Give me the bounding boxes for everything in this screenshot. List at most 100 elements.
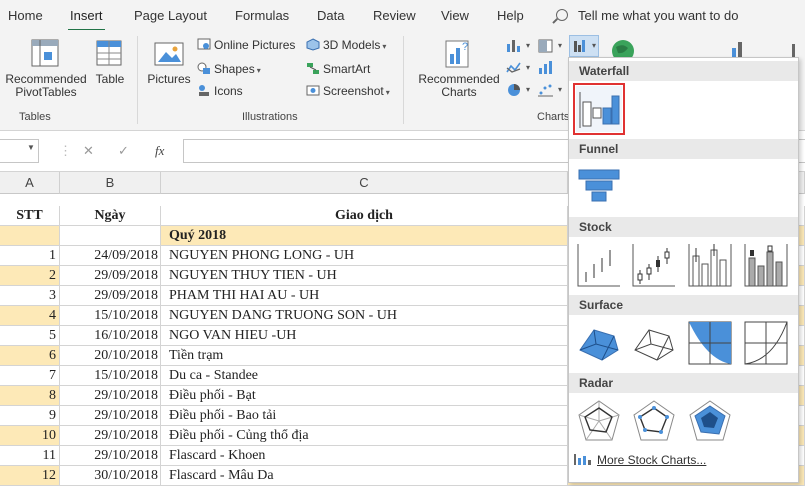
tab-view[interactable]: View bbox=[441, 8, 469, 23]
header-giao-dich[interactable]: Giao dịch bbox=[161, 206, 568, 226]
chevron-down-icon[interactable]: ▾ bbox=[526, 85, 530, 94]
pictures-label: Pictures bbox=[147, 72, 191, 86]
contour-wireframe-option[interactable] bbox=[743, 320, 789, 366]
statistic-chart-button[interactable]: ▾ bbox=[569, 35, 599, 57]
stt-cell[interactable]: 7 bbox=[0, 366, 60, 386]
stt-cell[interactable]: 8 bbox=[0, 386, 60, 406]
shapes-button[interactable]: Shapes ▾ bbox=[197, 62, 261, 76]
description-cell[interactable]: Flascard - Khoen bbox=[161, 446, 568, 466]
column-header-b[interactable]: B bbox=[60, 172, 161, 194]
stock-ohlc-option[interactable] bbox=[631, 242, 677, 288]
surface-wireframe-option[interactable] bbox=[631, 320, 677, 366]
radar-markers-option[interactable] bbox=[631, 398, 677, 444]
description-cell[interactable]: Điều phối - Củng thổ địa bbox=[161, 426, 568, 446]
description-cell[interactable]: Điều phối - Bao tải bbox=[161, 406, 568, 426]
tab-data[interactable]: Data bbox=[317, 8, 344, 23]
date-cell[interactable]: 29/10/2018 bbox=[60, 386, 161, 406]
stt-cell[interactable]: 6 bbox=[0, 346, 60, 366]
3d-models-label: 3D Models bbox=[323, 38, 381, 52]
stt-cell[interactable]: 11 bbox=[0, 446, 60, 466]
column-header-a[interactable]: A bbox=[0, 172, 60, 194]
quarter-label[interactable]: Quý 2018 bbox=[161, 226, 568, 246]
chevron-down-icon[interactable]: ▾ bbox=[526, 63, 530, 72]
shapes-label: Shapes bbox=[214, 62, 255, 76]
date-cell[interactable]: 24/09/2018 bbox=[60, 246, 161, 266]
stt-cell[interactable]: 10 bbox=[0, 426, 60, 446]
date-cell[interactable]: 15/10/2018 bbox=[60, 366, 161, 386]
chevron-down-icon[interactable]: ▼ bbox=[27, 143, 35, 152]
hierarchy-chart-icon[interactable] bbox=[537, 38, 555, 54]
tell-me-search[interactable]: Tell me what you want to do bbox=[578, 8, 738, 23]
date-cell[interactable]: 29/10/2018 bbox=[60, 406, 161, 426]
date-cell[interactable]: 29/09/2018 bbox=[60, 286, 161, 306]
date-cell[interactable]: 16/10/2018 bbox=[60, 326, 161, 346]
stt-cell[interactable]: 4 bbox=[0, 306, 60, 326]
date-cell[interactable]: 20/10/2018 bbox=[60, 346, 161, 366]
more-stock-charts-link[interactable]: More Stock Charts... bbox=[573, 452, 706, 467]
icons-label: Icons bbox=[214, 84, 243, 98]
surface-3d-option[interactable] bbox=[576, 320, 622, 366]
description-cell[interactable]: PHAM THI HAI AU - UH bbox=[161, 286, 568, 306]
date-cell[interactable]: 29/10/2018 bbox=[60, 426, 161, 446]
cancel-icon[interactable]: ✕ bbox=[83, 143, 94, 159]
description-cell[interactable]: NGO VAN HIEU -UH bbox=[161, 326, 568, 346]
icons-icon bbox=[199, 85, 209, 96]
insert-function-button[interactable]: fx bbox=[155, 143, 164, 159]
radar-option[interactable] bbox=[576, 398, 622, 444]
description-cell[interactable]: Flascard - Mâu Da bbox=[161, 466, 568, 486]
column-header-c[interactable]: C bbox=[161, 172, 568, 194]
icons-button[interactable]: Icons bbox=[197, 84, 243, 98]
header-stt[interactable]: STT bbox=[0, 206, 60, 226]
stt-cell[interactable]: 5 bbox=[0, 326, 60, 346]
description-cell[interactable]: NGUYEN THUY TIEN - UH bbox=[161, 266, 568, 286]
chevron-down-icon[interactable]: ▾ bbox=[558, 41, 562, 50]
funnel-chart-option[interactable] bbox=[576, 164, 622, 210]
quarter-cell-a[interactable] bbox=[0, 226, 60, 246]
filled-radar-option[interactable] bbox=[687, 398, 733, 444]
contour-option[interactable] bbox=[687, 320, 733, 366]
date-cell[interactable]: 15/10/2018 bbox=[60, 306, 161, 326]
scatter-chart-icon[interactable] bbox=[537, 82, 555, 98]
date-cell[interactable]: 29/09/2018 bbox=[60, 266, 161, 286]
stt-cell[interactable]: 2 bbox=[0, 266, 60, 286]
illustrations-group-label: Illustrations bbox=[242, 111, 298, 123]
description-cell[interactable]: Điều phối - Bạt bbox=[161, 386, 568, 406]
header-ngay[interactable]: Ngày bbox=[60, 206, 161, 226]
description-cell[interactable]: NGUYEN DANG TRUONG SON - UH bbox=[161, 306, 568, 326]
stt-cell[interactable]: 9 bbox=[0, 406, 60, 426]
stock-hlc-option[interactable] bbox=[576, 242, 622, 288]
column-chart-icon[interactable] bbox=[505, 38, 523, 54]
tab-home[interactable]: Home bbox=[8, 8, 43, 23]
chevron-down-icon[interactable]: ▾ bbox=[526, 41, 530, 50]
date-cell[interactable]: 29/10/2018 bbox=[60, 446, 161, 466]
tab-page-layout[interactable]: Page Layout bbox=[134, 8, 207, 23]
line-chart-icon[interactable] bbox=[505, 60, 523, 76]
chevron-down-icon[interactable]: ▾ bbox=[558, 85, 562, 94]
3d-models-button[interactable]: 3D Models ▾ bbox=[306, 38, 386, 52]
pie-chart-icon[interactable] bbox=[505, 82, 523, 98]
stt-cell[interactable]: 3 bbox=[0, 286, 60, 306]
confirm-icon[interactable]: ✓ bbox=[118, 143, 129, 159]
description-cell[interactable]: Tiền trạm bbox=[161, 346, 568, 366]
tab-formulas[interactable]: Formulas bbox=[235, 8, 289, 23]
waterfall-chart-icon bbox=[574, 40, 585, 52]
table-label: Table bbox=[95, 72, 125, 86]
stock-vhlc-option[interactable] bbox=[687, 242, 733, 288]
description-cell[interactable]: NGUYEN PHONG LONG - UH bbox=[161, 246, 568, 266]
date-cell[interactable]: 30/10/2018 bbox=[60, 466, 161, 486]
description-cell[interactable]: Du ca - Standee bbox=[161, 366, 568, 386]
quarter-cell-b[interactable] bbox=[60, 226, 161, 246]
recommended-pivot-line2: PivotTables bbox=[15, 85, 77, 99]
stock-vohlc-option[interactable] bbox=[743, 242, 789, 288]
smartart-button[interactable]: SmartArt bbox=[306, 62, 370, 76]
waterfall-chart-option[interactable] bbox=[573, 83, 625, 135]
screenshot-button[interactable]: Screenshot ▾ bbox=[306, 84, 390, 98]
bar-chart-icon[interactable] bbox=[537, 60, 555, 76]
stt-cell[interactable]: 1 bbox=[0, 246, 60, 266]
tab-help[interactable]: Help bbox=[497, 8, 524, 23]
tab-insert[interactable]: Insert bbox=[68, 8, 105, 32]
online-pictures-button[interactable]: Online Pictures bbox=[197, 38, 295, 52]
screenshot-icon bbox=[306, 85, 320, 96]
tab-review[interactable]: Review bbox=[373, 8, 416, 23]
stt-cell[interactable]: 12 bbox=[0, 466, 60, 486]
